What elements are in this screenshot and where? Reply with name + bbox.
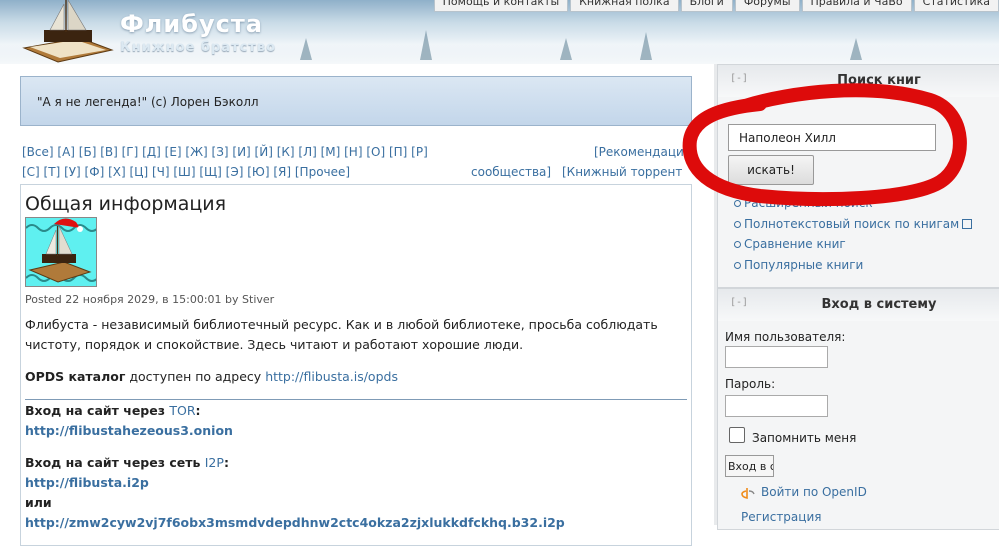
- community-link[interactable]: сообщества]: [471, 165, 551, 179]
- nav-forums[interactable]: Форумы: [734, 0, 800, 12]
- nav-stats[interactable]: Статистика: [913, 0, 999, 12]
- tor-line: Вход на сайт через TOR:: [25, 403, 201, 418]
- login-block-header: [-] Вход в систему: [718, 289, 999, 321]
- opds-line: OPDS каталог доступен по адресу http://f…: [25, 367, 685, 387]
- username-label: Имя пользователя:: [725, 330, 846, 344]
- site-header: Флибуста Книжное братство Помощь и конта…: [0, 0, 999, 64]
- header-tree: [850, 38, 862, 60]
- register-link[interactable]: Регистрация: [741, 510, 821, 524]
- list-item: Сравнение книг: [734, 236, 972, 257]
- i2p-label: Вход на сайт через сеть: [25, 455, 205, 470]
- opds-label: OPDS каталог: [25, 369, 126, 384]
- login-block-title: Вход в систему: [821, 297, 937, 312]
- page-title: Общая информация: [25, 193, 227, 215]
- search-links: Расширенный поиск Полнотекстовый поиск п…: [734, 195, 973, 278]
- ship-avatar-icon: [26, 218, 96, 283]
- openid-link[interactable]: Войти по OpenID: [761, 485, 867, 499]
- list-item: Расширенный поиск: [734, 195, 972, 216]
- openid-icon: [741, 488, 755, 499]
- tor-label: Вход на сайт через: [25, 403, 170, 418]
- site-slogan: Книжное братство: [120, 40, 276, 55]
- search-button[interactable]: искать!: [728, 155, 814, 185]
- search-block-title: Поиск книг: [837, 73, 921, 88]
- site-logo-icon[interactable]: [20, 0, 118, 64]
- tor-link[interactable]: TOR: [169, 403, 195, 418]
- username-field[interactable]: [725, 346, 828, 368]
- recommendations-link[interactable]: [Рекомендаци: [594, 145, 684, 159]
- site-title[interactable]: Флибуста: [120, 10, 263, 38]
- divider: [25, 399, 687, 400]
- intro-text: Флибуста - независимый библиотечный ресу…: [25, 315, 685, 355]
- or-text: или: [25, 495, 52, 510]
- popular-books-link[interactable]: Популярные книги: [744, 258, 863, 272]
- login-button[interactable]: Вход в с: [725, 455, 774, 477]
- fulltext-search-link[interactable]: Полнотекстовый поиск по книгам: [744, 217, 959, 231]
- quote-banner: "А я не легенда!" (c) Лорен Бэколл: [20, 76, 692, 126]
- password-label: Пароль:: [725, 377, 776, 391]
- nav-rules[interactable]: Правила и ЧаВо: [801, 0, 912, 12]
- b32-url-line: http://zmw2cyw2vj7f6obx3msmdvdepdhnw2ctc…: [25, 513, 685, 533]
- intro-line: чистоту, порядок и спокойствие. Здесь чи…: [25, 337, 524, 352]
- alphabet-row-1[interactable]: [Все] [А] [Б] [В] [Г] [Д] [Е] [Ж] [З] [И…: [22, 145, 428, 159]
- author-avatar: [25, 217, 97, 287]
- header-tree: [300, 38, 312, 60]
- quote-text: "А я не легенда!" (c) Лорен Бэколл: [37, 95, 259, 109]
- opds-link[interactable]: http://flibusta.is/opds: [265, 369, 398, 384]
- external-link-icon: [962, 218, 973, 229]
- list-item: Полнотекстовый поиск по книгам: [734, 216, 973, 237]
- i2p-link[interactable]: I2P: [205, 455, 224, 470]
- header-tree: [640, 32, 652, 60]
- opds-text: доступен по адресу: [125, 369, 266, 384]
- tor-url-link[interactable]: http://flibustahezeous3.onion: [25, 423, 233, 438]
- remember-label: Запомнить меня: [752, 431, 857, 445]
- header-tree: [420, 30, 432, 60]
- post-meta: Posted 22 ноября 2029, в 15:00:01 by Sti…: [25, 293, 275, 306]
- list-item: Популярные книги: [734, 257, 972, 278]
- search-block-header: [-] Поиск книг: [718, 65, 999, 97]
- tor-url-line: http://flibustahezeous3.onion: [25, 421, 685, 441]
- advanced-search-link[interactable]: Расширенный поиск: [744, 196, 873, 210]
- intro-line: Флибуста - независимый библиотечный ресу…: [25, 317, 658, 332]
- search-input[interactable]: [728, 124, 936, 151]
- nav-help[interactable]: Помощь и контакты: [433, 0, 569, 12]
- book-torrent-link[interactable]: [Книжный торрент: [562, 165, 682, 179]
- remember-checkbox[interactable]: [729, 427, 745, 443]
- password-field[interactable]: [725, 395, 828, 417]
- alphabet-links[interactable]: [Все] [А] [Б] [В] [Г] [Д] [Е] [Ж] [З] [И…: [22, 145, 428, 159]
- search-block: [-] Поиск книг искать! Расширенный поиск…: [717, 64, 999, 288]
- header-tree: [560, 38, 572, 60]
- top-navigation: Помощь и контакты Книжная полка Блоги Фо…: [432, 0, 999, 12]
- alphabet-row-2[interactable]: [С] [Т] [У] [Ф] [Х] [Ц] [Ч] [Ш] [Щ] [Э] …: [22, 165, 350, 179]
- i2p-line: Вход на сайт через сеть I2P:: [25, 455, 229, 470]
- i2p-url-line: http://flibusta.i2p: [25, 473, 685, 493]
- alphabet-links[interactable]: [С] [Т] [У] [Ф] [Х] [Ц] [Ч] [Ш] [Щ] [Э] …: [22, 165, 350, 179]
- main-content: Общая информация Posted 22 ноября 2029, …: [20, 184, 692, 546]
- b32-url-link[interactable]: http://zmw2cyw2vj7f6obx3msmdvdepdhnw2ctc…: [25, 515, 565, 530]
- nav-blogs[interactable]: Блоги: [680, 0, 733, 12]
- nav-bookshelf[interactable]: Книжная полка: [570, 0, 679, 12]
- compare-books-link[interactable]: Сравнение книг: [744, 237, 846, 251]
- i2p-url-link[interactable]: http://flibusta.i2p: [25, 475, 149, 490]
